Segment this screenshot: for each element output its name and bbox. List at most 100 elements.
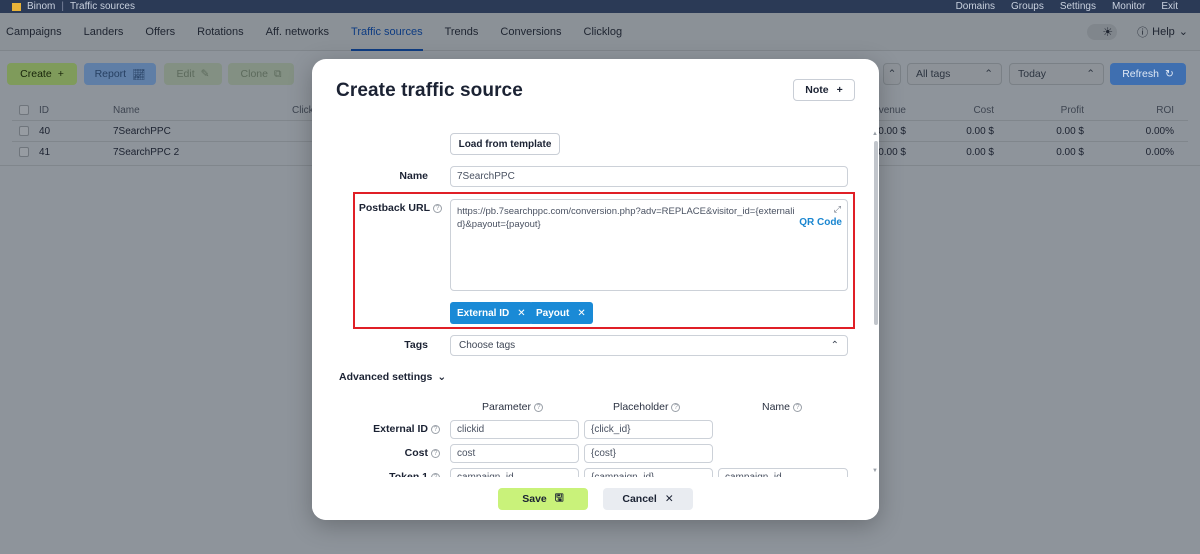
note-label: Note — [805, 84, 829, 96]
chip-label: Payout — [536, 307, 570, 319]
top-link-monitor[interactable]: Monitor — [1112, 1, 1145, 12]
brand[interactable]: Binom | Traffic sources — [0, 1, 135, 12]
top-links: Domains Groups Settings Monitor Exit — [956, 1, 1200, 12]
help-icon[interactable]: ? — [431, 448, 440, 458]
col-profit[interactable]: Profit — [1061, 105, 1084, 116]
tags-filter-select[interactable]: All tags ⌃ — [907, 63, 1002, 85]
cancel-button[interactable]: Cancel ✕ — [603, 488, 693, 510]
row-roi: 0.00% — [1145, 125, 1174, 137]
help-icon[interactable]: ? — [534, 402, 544, 412]
advanced-settings-label: Advanced settings — [339, 371, 433, 383]
row-name: 7SearchPPC — [113, 125, 171, 137]
col-parameter: Parameter? — [482, 401, 544, 413]
tab-clicklog[interactable]: Clicklog — [573, 13, 634, 51]
col-clicks[interactable]: Click — [292, 105, 314, 116]
tags-placeholder: Choose tags — [459, 340, 516, 351]
help-circle-icon: ⓘ — [1137, 26, 1149, 39]
save-button[interactable]: Save 🖫 — [498, 488, 588, 510]
tab-aff-networks[interactable]: Aff. networks — [255, 13, 340, 51]
col-id[interactable]: ID — [39, 105, 49, 116]
name-label: Name — [399, 170, 428, 182]
date-filter-value: Today — [1018, 68, 1047, 80]
row-checkbox[interactable] — [19, 147, 29, 157]
report-button[interactable]: Report 📈︎ — [84, 63, 156, 85]
cancel-label: Cancel — [622, 493, 657, 505]
scroll-up-arrow[interactable]: ▲ — [872, 131, 878, 137]
col-name[interactable]: Name — [113, 105, 140, 116]
tab-trends[interactable]: Trends — [434, 13, 490, 51]
refresh-label: Refresh — [1122, 68, 1159, 80]
sun-icon: ☀ — [1102, 24, 1114, 39]
tab-landers[interactable]: Landers — [73, 13, 135, 51]
param-input-cost[interactable]: cost — [450, 444, 579, 463]
tab-traffic-sources[interactable]: Traffic sources — [340, 13, 434, 51]
dialog-title: Create traffic source — [336, 80, 523, 101]
select-all-checkbox[interactable] — [19, 105, 29, 115]
top-link-domains[interactable]: Domains — [956, 1, 995, 12]
clone-button[interactable]: Clone ⧉ — [228, 63, 294, 85]
dialog-footer: Save 🖫 Cancel ✕ — [312, 477, 879, 520]
chip-external-id[interactable]: External ID ✕ — [450, 302, 533, 324]
placeholder-input-cost[interactable]: {cost} — [584, 444, 713, 463]
dialog-scrollbar[interactable] — [874, 141, 878, 325]
refresh-icon: ↻ — [1164, 68, 1174, 80]
date-filter-select[interactable]: Today ⌃ — [1009, 63, 1104, 85]
edit-button[interactable]: Edit ✎ — [164, 63, 222, 85]
scroll-down-arrow[interactable]: ▼ — [872, 468, 878, 474]
tab-rotations[interactable]: Rotations — [186, 13, 254, 51]
chevron-up-icon: ⌃ — [887, 68, 897, 80]
top-link-exit[interactable]: Exit — [1161, 1, 1178, 12]
qr-code-link[interactable]: QR Code — [799, 217, 842, 228]
tab-offers[interactable]: Offers — [134, 13, 186, 51]
help-icon[interactable]: ? — [671, 402, 681, 412]
col-roi[interactable]: ROI — [1156, 105, 1174, 116]
row-profit: 0.00 $ — [1056, 125, 1084, 137]
top-link-settings[interactable]: Settings — [1060, 1, 1096, 12]
row-profit: 0.00 $ — [1056, 146, 1084, 158]
prev-filter-button[interactable]: ⌃ — [883, 63, 901, 85]
row-revenue: 0.00 $ — [878, 146, 906, 158]
postback-url-textarea[interactable]: https://pb.7searchppc.com/conversion.php… — [450, 199, 848, 291]
tags-filter-value: All tags — [916, 68, 951, 80]
main-nav: Campaigns Landers Offers Rotations Aff. … — [0, 13, 1200, 51]
advanced-settings-toggle[interactable]: Advanced settings ⌄ — [339, 371, 446, 383]
help-icon[interactable]: ? — [793, 402, 803, 412]
help-menu[interactable]: ⓘ Help ⌄ — [1137, 24, 1188, 40]
tags-label: Tags — [404, 339, 428, 351]
tab-conversions[interactable]: Conversions — [489, 13, 572, 51]
tab-campaigns[interactable]: Campaigns — [0, 13, 73, 51]
binom-logo-icon — [12, 2, 21, 11]
col-cost[interactable]: Cost — [973, 105, 994, 116]
close-icon[interactable]: ✕ — [517, 308, 525, 319]
col-name-label: Name — [762, 401, 791, 413]
help-icon[interactable]: ? — [433, 203, 442, 213]
placeholder-input-external-id[interactable]: {click_id} — [584, 420, 713, 439]
nav-right: ☀ ⓘ Help ⌄ — [1087, 23, 1200, 40]
create-button[interactable]: Create + — [7, 63, 77, 85]
chart-icon: 📈︎ — [132, 68, 146, 81]
chevron-down-icon: ⌄ — [1178, 26, 1188, 38]
row-id: 41 — [39, 146, 51, 158]
note-button[interactable]: Note + — [793, 79, 855, 101]
row-checkbox[interactable] — [19, 126, 29, 136]
param-input-external-id[interactable]: clickid — [450, 420, 579, 439]
tags-select[interactable]: Choose tags ⌃ — [450, 335, 848, 356]
brand-separator: | — [61, 1, 64, 12]
top-link-groups[interactable]: Groups — [1011, 1, 1044, 12]
clone-label: Clone — [240, 68, 268, 80]
expand-icon[interactable]: ⤢ — [834, 204, 841, 215]
row-roi: 0.00% — [1145, 146, 1174, 158]
row-revenue: 0.00 $ — [878, 125, 906, 137]
name-input[interactable]: 7SearchPPC — [450, 166, 848, 187]
theme-toggle[interactable]: ☀ — [1087, 23, 1118, 40]
refresh-button[interactable]: Refresh ↻ — [1110, 63, 1186, 85]
close-icon[interactable]: ✕ — [577, 308, 585, 319]
load-from-template-button[interactable]: Load from template — [450, 133, 560, 155]
postback-url-text: Postback URL — [358, 202, 430, 214]
row-id: 40 — [39, 125, 51, 137]
chip-payout[interactable]: Payout ✕ — [529, 302, 593, 324]
create-label: Create — [20, 68, 52, 80]
brand-section: Traffic sources — [69, 1, 135, 12]
help-icon[interactable]: ? — [431, 424, 440, 434]
col-revenue[interactable]: venue — [879, 105, 906, 116]
